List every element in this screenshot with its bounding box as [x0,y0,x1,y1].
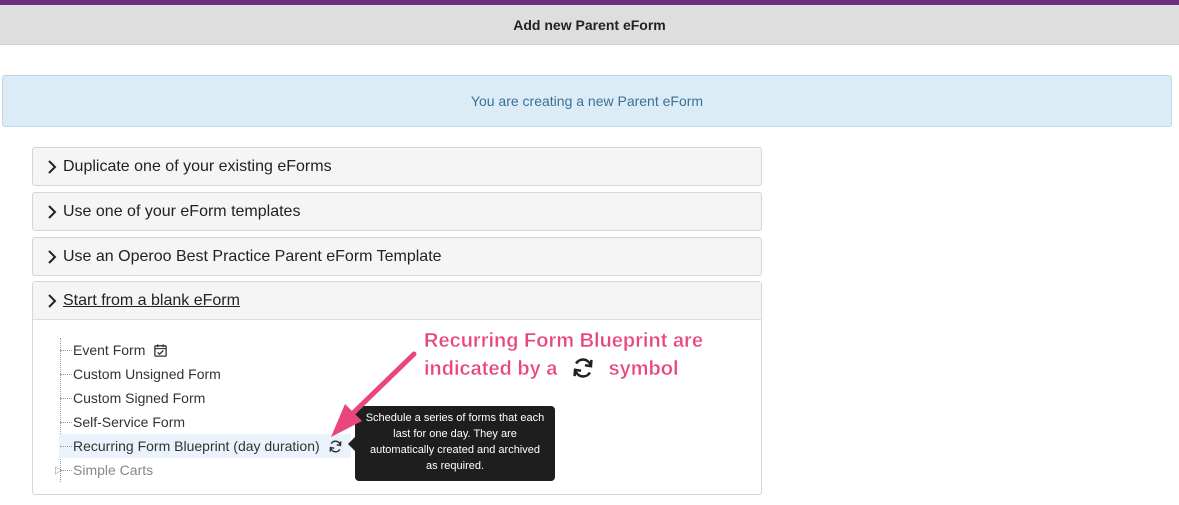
tree-item-label: Custom Signed Form [73,390,206,406]
tree-item-label: Simple Carts [73,462,154,478]
info-alert: You are creating a new Parent eForm [2,75,1172,127]
panel-blank-header[interactable]: Start from a blank eForm [33,282,761,320]
tree-item-label: Event Form [73,342,146,358]
calendar-check-icon [154,343,168,357]
chevron-right-icon [48,293,57,308]
callout-text-after: symbol [608,358,679,380]
panel-best-practice-template[interactable]: Use an Operoo Best Practice Parent eForm… [32,237,762,276]
form-type-tree: Event Form Custom Unsigned Form Custom S… [55,338,359,482]
callout-line-2: indicated by a symbol [424,355,744,383]
modal-title: Add new Parent eForm [513,16,666,33]
recurring-form-tooltip: Schedule a series of forms that each las… [348,406,555,481]
panel-best-practice-title: Use an Operoo Best Practice Parent eForm… [63,248,442,265]
recurring-sync-icon [329,439,342,453]
tree-item-recurring-blueprint[interactable]: Recurring Form Blueprint (day duration) [59,434,351,458]
tree-item-simple-carts[interactable]: ▷ Simple Carts [55,458,359,482]
panel-duplicate-header[interactable]: Duplicate one of your existing eForms [33,148,761,186]
tree-item-label: Recurring Form Blueprint (day duration) [73,438,320,454]
annotation-callout: Recurring Form Blueprint are indicated b… [424,327,744,383]
panel-duplicate-eform[interactable]: Duplicate one of your existing eForms [32,147,762,186]
tooltip-text: Schedule a series of forms that each las… [365,412,545,472]
panel-templates-title: Use one of your eForm templates [63,203,301,220]
chevron-right-icon [48,250,57,264]
tree-item-event-form[interactable]: Event Form [59,338,359,362]
callout-line-1: Recurring Form Blueprint are [424,330,703,352]
panel-duplicate-title: Duplicate one of your existing eForms [63,158,332,175]
tree-item-self-service[interactable]: Self-Service Form [59,410,359,434]
info-alert-text: You are creating a new Parent eForm [470,93,704,109]
tree-item-custom-unsigned[interactable]: Custom Unsigned Form [59,362,359,386]
panel-templates-header[interactable]: Use one of your eForm templates [33,193,761,231]
chevron-right-icon [48,205,57,219]
panel-eform-templates[interactable]: Use one of your eForm templates [32,192,762,231]
tree-item-label: Custom Unsigned Form [73,366,221,382]
panel-blank-title: Start from a blank eForm [63,291,240,309]
expand-caret-icon[interactable]: ▷ [55,465,63,476]
tree-item-label: Self-Service Form [73,414,186,430]
panel-best-practice-header[interactable]: Use an Operoo Best Practice Parent eForm… [33,238,761,276]
callout-text-before: indicated by a [424,358,558,380]
tree-item-custom-signed[interactable]: Custom Signed Form [59,386,359,410]
modal-header: Add new Parent eForm [0,5,1179,45]
chevron-right-icon [48,160,57,174]
recurring-sync-icon [573,358,593,378]
